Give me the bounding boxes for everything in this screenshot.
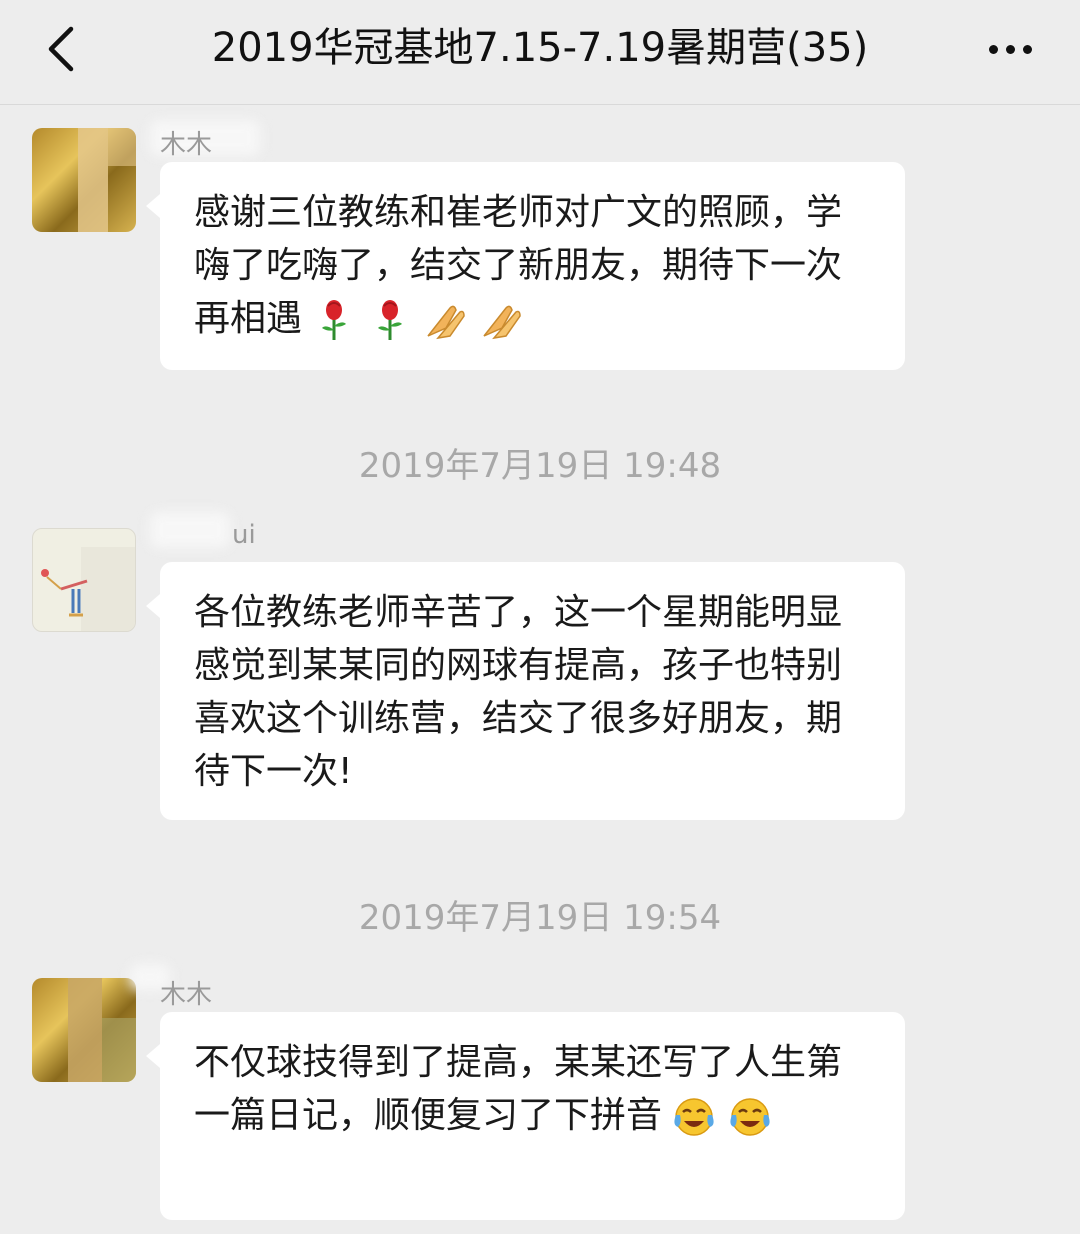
message-text: 各位教练老师辛苦了，这一个星期能明显感觉到某某同的网球有提高，孩子也特别喜欢这个… (194, 592, 843, 792)
sender-name: 木木 (160, 980, 213, 1010)
avatar[interactable] (32, 528, 136, 632)
more-button[interactable] (980, 24, 1040, 74)
timestamp: 2019年7月19日 19:54 (358, 898, 722, 938)
timestamp: 2019年7月19日 19:48 (358, 446, 722, 486)
sender-name: 木木 (160, 130, 213, 160)
tears-of-joy-emoji (674, 1098, 714, 1136)
avatar[interactable] (32, 128, 136, 232)
avatar[interactable] (32, 978, 136, 1082)
message-bubble[interactable]: 各位教练老师辛苦了，这一个星期能明显感觉到某某同的网球有提高，孩子也特别喜欢这个… (146, 562, 905, 820)
avatar-figure-icon (41, 547, 135, 631)
chat-header: 2019华冠基地7.15-7.19暑期营(35) (0, 0, 1080, 105)
message-bubble[interactable]: 感谢三位教练和崔老师对广文的照顾，学嗨了吃嗨了，结交了新朋友，期待下一次再相遇 (146, 162, 905, 370)
chat-title: 2019华冠基地7.15-7.19暑期营(35) (211, 25, 869, 71)
rose-emoji (322, 300, 347, 340)
emoji-group (672, 1095, 772, 1139)
message-bubble[interactable]: 不仅球技得到了提高，某某还写了人生第一篇日记，顺便复习了下拼音 (146, 1012, 905, 1220)
praying-hands-emoji (483, 305, 521, 340)
emoji-group (312, 298, 524, 342)
chevron-left-icon (48, 26, 74, 72)
praying-hands-emoji (427, 305, 465, 340)
tears-of-joy-emoji (730, 1098, 770, 1136)
sender-name: ui (232, 520, 256, 550)
more-dots-icon (988, 44, 998, 54)
back-button[interactable] (40, 24, 80, 74)
rose-emoji (378, 300, 403, 340)
